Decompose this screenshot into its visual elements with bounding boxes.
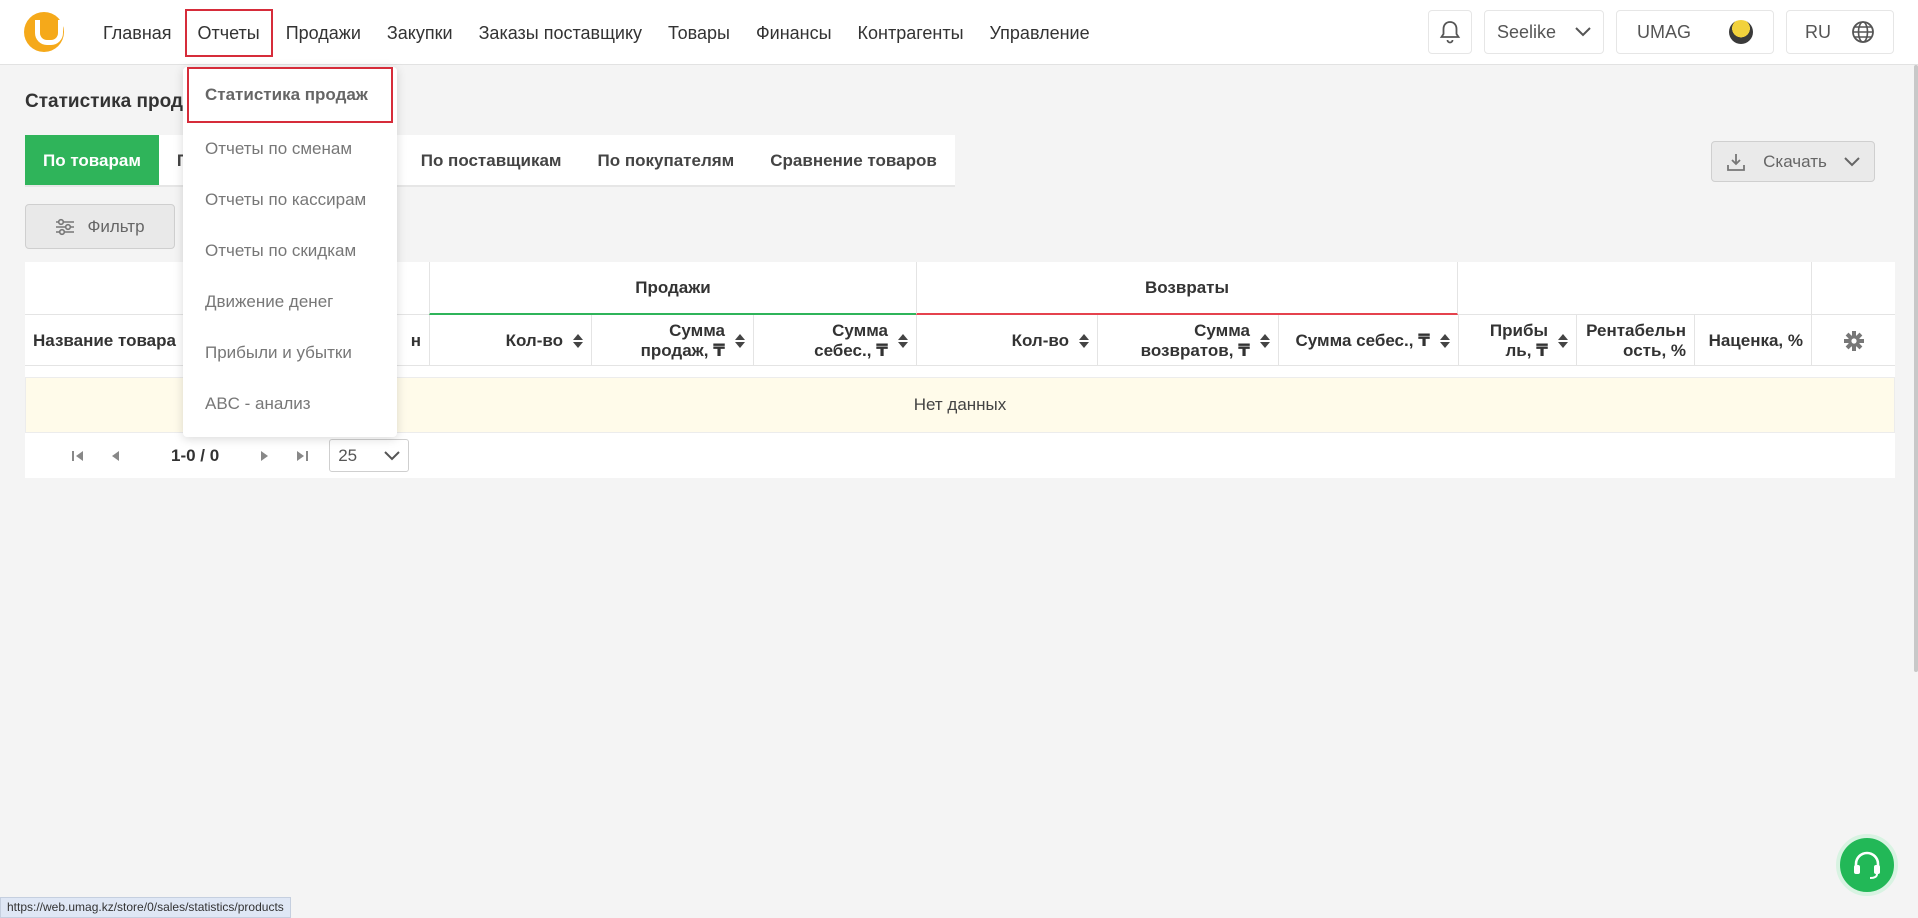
filter-label: Фильтр (87, 216, 145, 236)
umag-logo[interactable] (24, 12, 64, 52)
status-bar-url: https://web.umag.kz/store/0/sales/statis… (0, 897, 291, 918)
col-product-name-label: Название товара (33, 330, 176, 350)
col-returns-qty[interactable]: Кол-во (916, 315, 1097, 366)
gear-icon (1843, 330, 1864, 351)
prev-page-icon (112, 450, 119, 461)
col-returns-qty-label: Кол-во (1011, 330, 1069, 350)
store-name: UMAG (1637, 21, 1691, 42)
group-returns: Возвраты (916, 262, 1458, 315)
menu-item-shift-reports[interactable]: Отчеты по сменам (183, 123, 397, 174)
chevron-down-icon (384, 450, 400, 460)
empty-state-text: Нет данных (913, 395, 1007, 414)
download-button[interactable]: Скачать (1711, 141, 1875, 182)
nav-sales[interactable]: Продажи (273, 9, 374, 57)
prev-page-button[interactable] (97, 441, 135, 471)
chevron-down-icon (1844, 156, 1860, 166)
col-profitability[interactable]: Рентабельность, % (1576, 315, 1694, 366)
notifications-button[interactable] (1428, 10, 1472, 54)
tab-product-comparison[interactable]: Сравнение товаров (752, 135, 955, 185)
sliders-icon (56, 218, 75, 235)
col-profit[interactable]: Прибыль, ₸ (1458, 315, 1576, 366)
col-partial[interactable]: н (395, 315, 429, 366)
sort-icon (898, 333, 908, 349)
nav-home[interactable]: Главная (90, 9, 185, 57)
col-returns-cost-label: Сумма себес., ₸ (1295, 330, 1430, 350)
filter-button[interactable]: Фильтр (25, 204, 175, 249)
top-header: Главная Отчеты Продажи Закупки Заказы по… (0, 0, 1918, 65)
menu-item-cash-flow[interactable]: Движение денег (183, 276, 397, 327)
nav-products[interactable]: Товары (655, 9, 743, 57)
col-profitability-label: Рентабельность, % (1586, 320, 1686, 360)
col-returns-cost[interactable]: Сумма себес., ₸ (1278, 315, 1458, 366)
col-sales-qty-label: Кол-во (505, 330, 563, 350)
nav-management[interactable]: Управление (977, 9, 1103, 57)
page-scrollbar[interactable] (1914, 65, 1918, 672)
col-sales-sum[interactable]: Сумма продаж, ₸ (591, 315, 753, 366)
menu-item-sales-statistics[interactable]: Статистика продаж (187, 67, 393, 123)
globe-icon (1852, 21, 1874, 43)
nav-supplier-orders[interactable]: Заказы поставщику (466, 9, 655, 57)
shop-name: Seelike (1497, 21, 1557, 42)
page-title: Статистика прод (25, 91, 183, 112)
shop-selector[interactable]: Seelike (1484, 10, 1604, 54)
next-page-button[interactable] (245, 441, 283, 471)
table-settings-button[interactable] (1811, 315, 1895, 366)
sort-icon (573, 333, 583, 349)
col-sales-cost-label: Сумма себес., ₸ (814, 320, 888, 360)
col-sales-qty[interactable]: Кол-во (429, 315, 591, 366)
col-returns-sum-label: Сумма возвратов, ₸ (1140, 320, 1250, 360)
menu-item-profit-loss[interactable]: Прибыли и убытки (183, 327, 397, 378)
language-code: RU (1805, 21, 1831, 42)
chevron-down-icon (1575, 27, 1591, 37)
page-size-select[interactable]: 25 (329, 439, 410, 472)
next-page-icon (261, 450, 269, 461)
col-markup-label: Наценка, % (1708, 330, 1803, 350)
sort-icon (1558, 333, 1568, 349)
sort-icon (1079, 333, 1089, 349)
group-sales: Продажи (429, 262, 916, 315)
reports-dropdown-menu: Статистика продаж Отчеты по сменам Отчет… (183, 67, 397, 437)
col-sales-sum-label: Сумма продаж, ₸ (640, 320, 725, 360)
first-page-button[interactable] (59, 441, 97, 471)
pagination: 1-0 / 0 25 (25, 433, 1895, 478)
store-avatar (1729, 20, 1753, 44)
store-selector[interactable]: UMAG (1616, 10, 1774, 54)
menu-item-cashier-reports[interactable]: Отчеты по кассирам (183, 174, 397, 225)
nav-finance[interactable]: Финансы (743, 9, 845, 57)
pagination-info: 1-0 / 0 (171, 445, 220, 465)
nav-contractors[interactable]: Контрагенты (845, 9, 977, 57)
page-size-value: 25 (338, 445, 358, 465)
nav-purchases[interactable]: Закупки (374, 9, 466, 57)
sort-icon (1440, 333, 1450, 349)
download-icon (1727, 153, 1745, 171)
support-chat-button[interactable] (1836, 834, 1898, 896)
sort-icon (1260, 333, 1270, 349)
tab-by-products[interactable]: По товарам (25, 135, 159, 185)
col-returns-sum[interactable]: Сумма возвратов, ₸ (1097, 315, 1278, 366)
last-page-button[interactable] (283, 441, 321, 471)
sort-icon (735, 333, 745, 349)
menu-item-abc-analysis[interactable]: ABC - анализ (183, 378, 397, 429)
group-divider (1811, 262, 1812, 315)
download-label: Скачать (1763, 151, 1827, 171)
col-product-name[interactable]: Название товара (25, 315, 185, 366)
nav-reports[interactable]: Отчеты (184, 8, 273, 57)
col-profit-label: Прибыль, ₸ (1489, 320, 1548, 360)
headset-icon (1854, 851, 1880, 879)
language-selector[interactable]: RU (1786, 10, 1894, 54)
col-sales-cost[interactable]: Сумма себес., ₸ (753, 315, 916, 366)
report-tabs: По товарам П м По поставщикам По покупат… (25, 135, 955, 187)
tab-by-suppliers[interactable]: По поставщикам (403, 135, 580, 185)
main-nav: Главная Отчеты Продажи Закупки Заказы по… (90, 0, 1103, 65)
bell-icon (1439, 21, 1461, 44)
last-page-icon (297, 450, 309, 461)
menu-item-discount-reports[interactable]: Отчеты по скидкам (183, 225, 397, 276)
col-partial-label: н (410, 330, 421, 350)
col-markup[interactable]: Наценка, % (1694, 315, 1811, 366)
first-page-icon (72, 450, 83, 461)
tab-by-customers[interactable]: По покупателям (580, 135, 753, 185)
header-controls: Seelike UMAG RU (1428, 10, 1894, 54)
